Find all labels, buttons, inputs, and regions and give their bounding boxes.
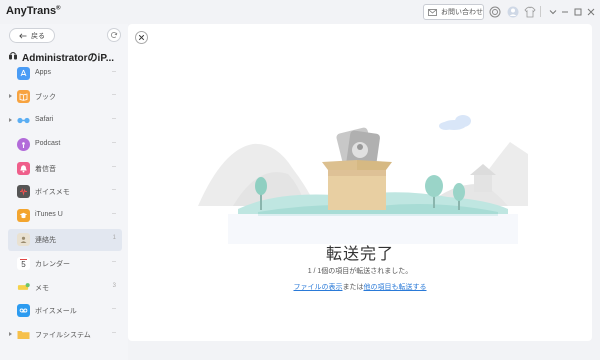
sidebar-item-itunes-u[interactable]: iTunes U -- [8,205,122,227]
contacts-icon [17,233,30,246]
itunes-u-icon [17,209,30,222]
app-title: AnyTrans® [6,5,61,17]
mail-icon [428,8,437,16]
voicemail-icon [17,304,30,317]
sidebar-item-ringtone[interactable]: 着信音 -- [8,158,122,180]
device-name: AdministratorのiP... [22,52,115,64]
sidebar: 戻る AdministratorのiP... Apps -- ブック -- Sa… [0,24,128,360]
box-icon [322,160,392,210]
transfer-result-text: 1 / 1個の項目が転送されました。 [307,268,413,275]
sidebar-item-calendar[interactable]: 5 カレンダー -- [8,253,122,275]
expand-arrow-icon[interactable] [9,332,12,336]
sidebar-item-apps[interactable]: Apps -- [8,63,122,85]
close-icon[interactable] [135,31,148,44]
cloud-icon [439,115,471,130]
expand-arrow-icon[interactable] [9,118,12,122]
tshirt-icon[interactable] [523,5,536,18]
voice-memo-icon [17,185,30,198]
device-selector[interactable]: AdministratorのiP... [8,49,126,64]
apps-icon [17,67,30,80]
transfer-other-items-link[interactable]: 他の項目も転送する [364,284,427,291]
account-icon[interactable] [488,5,501,18]
separator [537,5,543,18]
book-icon [17,90,30,103]
sidebar-item-podcast[interactable]: Podcast -- [8,134,122,156]
show-files-link[interactable]: ファイルの表示 [294,284,343,291]
contact-button[interactable]: お問い合わせ [423,4,484,20]
transfer-complete-illustration [198,115,528,244]
svg-text:5: 5 [21,260,26,269]
refresh-icon[interactable] [107,28,121,42]
sidebar-item-filesystem[interactable]: ファイルシステム -- [8,324,122,346]
sidebar-item-safari[interactable]: Safari -- [8,110,122,132]
device-icon [9,52,17,60]
link-separator: または [342,284,364,291]
sidebar-item-voice-memo[interactable]: ボイスメモ -- [8,181,122,203]
title-bar: AnyTrans® お問い合わせ [0,0,600,24]
transfer-complete-title: 転送完了 [325,246,394,263]
sidebar-item-voicemail[interactable]: ボイスメール -- [8,300,122,322]
sidebar-item-book[interactable]: ブック -- [8,86,122,108]
main-panel: 転送完了 1 / 1個の項目が転送されました。 ファイルの表示または他の項目も転… [128,24,592,341]
sidebar-item-notes[interactable]: メモ 3 [8,277,122,299]
arrow-left-icon [19,33,27,38]
sidebar-item-contacts[interactable]: 連絡先 1 [8,229,122,251]
minimize-icon[interactable] [558,5,571,18]
calendar-icon: 5 [17,257,30,270]
notes-icon [17,281,30,294]
back-button[interactable]: 戻る [9,28,55,43]
safari-icon [17,114,30,127]
user-icon[interactable] [506,5,519,18]
ringtone-icon [17,162,30,175]
expand-arrow-icon[interactable] [9,94,12,98]
close-window-icon[interactable] [584,5,597,18]
maximize-icon[interactable] [571,5,584,18]
filesystem-icon [17,328,30,341]
podcast-icon [17,138,30,151]
result-links: ファイルの表示または他の項目も転送する [128,282,592,292]
